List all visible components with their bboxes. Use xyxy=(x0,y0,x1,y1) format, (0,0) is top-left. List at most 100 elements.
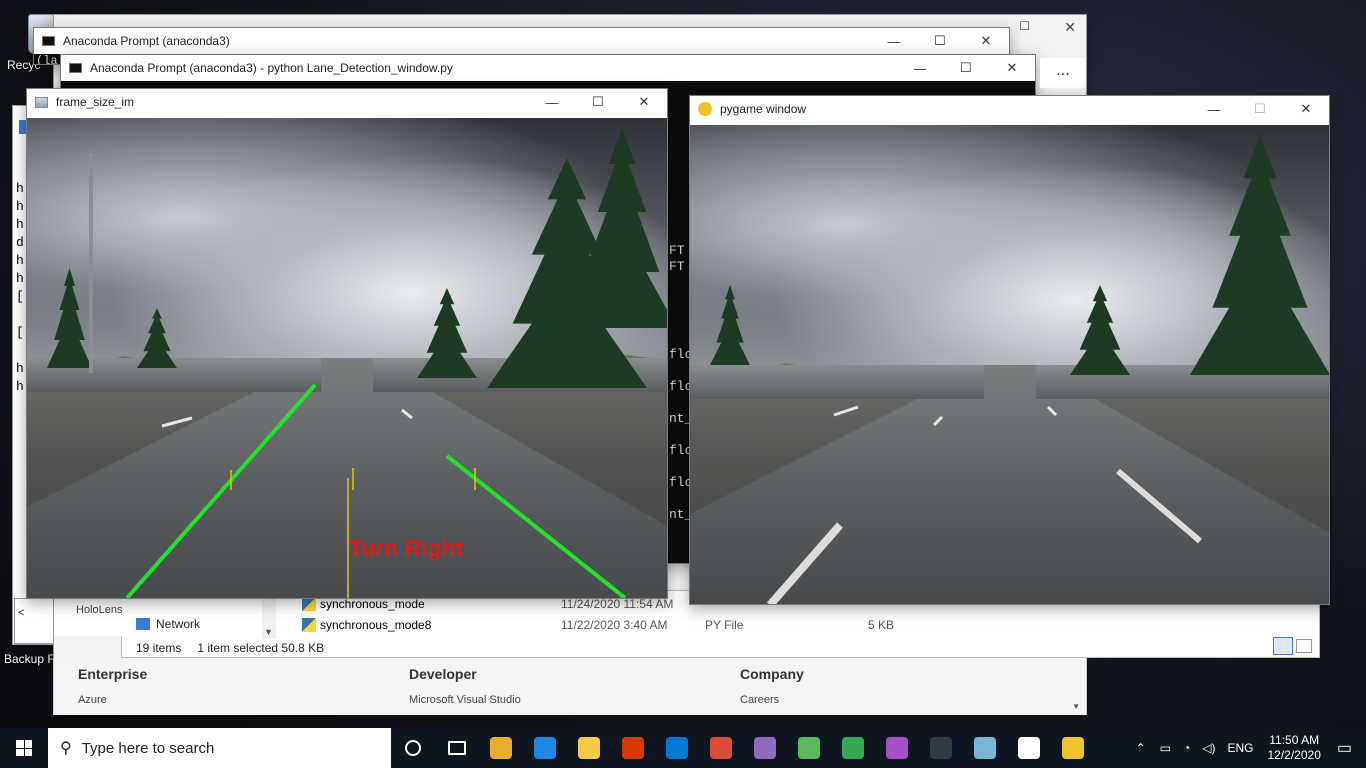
maximize-button[interactable]: ☐ xyxy=(943,55,989,81)
maximize-button[interactable]: ☐ xyxy=(1237,96,1283,122)
camera-frame-raw xyxy=(690,125,1329,604)
taskbar: ⚲ Type here to search ⌃ ▭ ◔ ◁) ENG 11:50… xyxy=(0,728,1366,768)
cortana-button[interactable] xyxy=(391,728,435,768)
close-button[interactable]: ✕ xyxy=(963,28,1009,54)
taskbar-app-2[interactable] xyxy=(567,728,611,768)
road-dash xyxy=(833,405,859,417)
pygame-window: pygame window — ☐ ✕ xyxy=(689,95,1330,605)
minimize-button[interactable]: — xyxy=(871,28,917,54)
right-lane-line xyxy=(445,454,627,598)
footer-link-visual-studio[interactable]: Microsoft Visual Studio xyxy=(409,694,521,706)
chevron-up-icon[interactable]: ⌃ xyxy=(1136,741,1146,755)
maximize-button[interactable]: ☐ xyxy=(575,89,621,115)
terminal-icon xyxy=(69,63,82,73)
window-title: pygame window xyxy=(720,102,807,116)
taskbar-app-1[interactable] xyxy=(523,728,567,768)
taskbar-app-11[interactable] xyxy=(963,728,1007,768)
wifi-icon[interactable]: ◔ xyxy=(1183,741,1190,755)
taskbar-app-6[interactable] xyxy=(743,728,787,768)
cmd-left-fragments: h h h d h h [ [ h h xyxy=(16,180,26,396)
close-button[interactable]: ✕ xyxy=(1283,96,1329,122)
frame-size-im-window: frame_size_im — ☐ ✕ Turn Right xyxy=(26,88,668,599)
minimize-button[interactable]: — xyxy=(1191,96,1237,122)
system-tray: ⌃ ▭ ◔ ◁) ENG 11:50 AM 12/2/2020 ▭ xyxy=(1136,728,1366,768)
list-item[interactable]: synchronous_mode8 xyxy=(302,618,431,632)
app-icon xyxy=(490,737,512,759)
app-icon xyxy=(622,737,644,759)
status-size: 50.8 KB xyxy=(281,641,325,655)
clock[interactable]: 11:50 AM 12/2/2020 xyxy=(1267,733,1320,763)
road-markings xyxy=(766,405,1202,604)
image-window-icon xyxy=(35,96,48,108)
taskbar-app-5[interactable] xyxy=(699,728,743,768)
window-title: Anaconda Prompt (anaconda3) xyxy=(63,34,230,48)
sidebar-scrollbar[interactable]: ▼ xyxy=(262,595,276,639)
window-title: frame_size_im xyxy=(56,95,135,109)
language-indicator[interactable]: ENG xyxy=(1227,741,1253,755)
chevron-down-icon: ▼ xyxy=(264,627,273,637)
list-item[interactable]: synchronous_mode xyxy=(302,597,425,611)
notification-icon[interactable]: ▭ xyxy=(1337,738,1352,758)
footer-column-company: Company Careers xyxy=(740,666,804,706)
taskbar-app-10[interactable] xyxy=(919,728,963,768)
network-icon xyxy=(136,618,150,630)
chevron-left-icon[interactable]: < xyxy=(18,607,24,619)
minimize-button[interactable]: — xyxy=(897,55,943,81)
taskbar-app-0[interactable] xyxy=(479,728,523,768)
app-icon xyxy=(534,737,556,759)
scroll-down-icon[interactable]: ▼ xyxy=(1072,702,1080,711)
footer-heading: Enterprise xyxy=(78,666,148,682)
taskbar-app-7[interactable] xyxy=(787,728,831,768)
taskbar-app-3[interactable] xyxy=(611,728,655,768)
sidebar-item-network[interactable]: Network xyxy=(136,617,200,631)
python-file-icon xyxy=(302,618,316,632)
status-selected: 1 item selected xyxy=(197,641,279,655)
battery-icon[interactable]: ▭ xyxy=(1160,741,1171,755)
footer-link-careers[interactable]: Careers xyxy=(740,694,804,706)
task-view-button[interactable] xyxy=(435,728,479,768)
road-dash xyxy=(161,416,193,428)
road-dash xyxy=(932,415,944,427)
close-button[interactable]: ✕ xyxy=(621,89,667,115)
lane-overlay xyxy=(125,383,627,598)
search-input[interactable]: Type here to search xyxy=(82,740,215,757)
app-icon xyxy=(974,737,996,759)
large-icons-view-button[interactable] xyxy=(1296,639,1312,653)
start-button[interactable] xyxy=(0,728,48,768)
app-icon xyxy=(666,737,688,759)
maximize-button[interactable]: ☐ xyxy=(917,28,963,54)
close-icon[interactable]: ✕ xyxy=(1064,19,1076,36)
taskbar-app-13[interactable] xyxy=(1051,728,1095,768)
taskbar-app-8[interactable] xyxy=(831,728,875,768)
road-dash xyxy=(401,408,413,420)
search-icon: ⚲ xyxy=(60,740,72,757)
left-scroll-pane: < xyxy=(14,598,54,644)
minimize-button[interactable]: — xyxy=(529,89,575,115)
taskbar-app-12[interactable] xyxy=(1007,728,1051,768)
more-options-button[interactable]: ... xyxy=(1040,58,1086,88)
camera-frame-processed: Turn Right xyxy=(27,118,667,598)
left-lane-line xyxy=(125,383,317,598)
file-type: PY File xyxy=(705,618,744,632)
maximize-icon[interactable]: ☐ xyxy=(1019,19,1030,33)
taskbar-apps xyxy=(479,728,1095,768)
taskbar-search[interactable]: ⚲ Type here to search xyxy=(48,728,391,768)
sidebar-item-hololens[interactable]: HoloLens xyxy=(54,596,122,636)
footer-link-azure[interactable]: Azure xyxy=(78,694,147,706)
taskbar-app-9[interactable] xyxy=(875,728,919,768)
details-view-button[interactable] xyxy=(1273,637,1293,655)
window-title: Anaconda Prompt (anaconda3) - python Lan… xyxy=(90,61,453,75)
taskbar-app-4[interactable] xyxy=(655,728,699,768)
app-icon xyxy=(754,737,776,759)
volume-icon[interactable]: ◁) xyxy=(1202,741,1215,755)
app-icon xyxy=(1018,737,1040,759)
close-button[interactable]: ✕ xyxy=(989,55,1035,81)
app-icon xyxy=(886,737,908,759)
app-icon xyxy=(798,737,820,759)
file-date: 11/24/2020 11:54 AM xyxy=(561,597,674,611)
footer-column-enterprise: Enterprise Azure xyxy=(78,666,147,706)
direction-overlay-text: Turn Right xyxy=(349,536,464,561)
backup-folder-label[interactable]: Backup F xyxy=(4,652,55,666)
app-icon xyxy=(842,737,864,759)
status-items: 19 items xyxy=(136,641,182,655)
